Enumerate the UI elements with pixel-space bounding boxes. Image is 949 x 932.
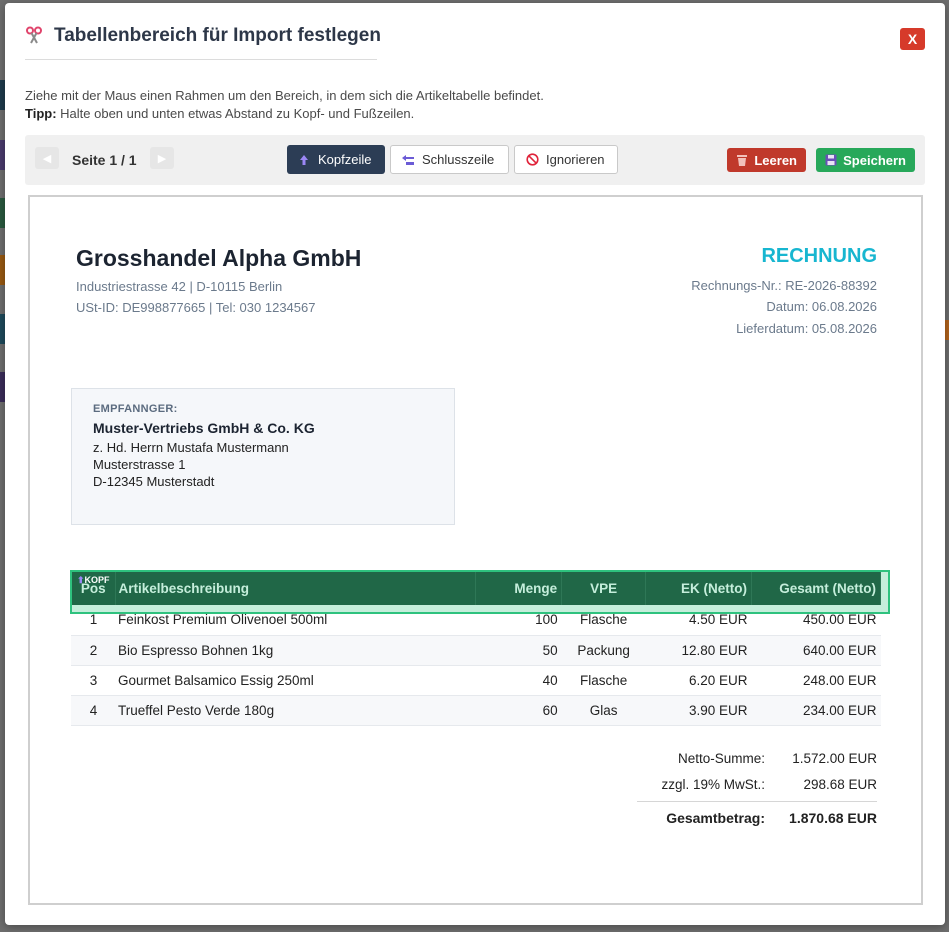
document-type: RECHNUNG bbox=[761, 245, 877, 267]
grand-total-value: 1.870.68 EUR bbox=[789, 809, 877, 826]
table-row: 4 Trueffel Pesto Verde 180g 60 Glas 3.90… bbox=[71, 695, 881, 726]
arrow-up-icon: ⬆ bbox=[77, 575, 85, 585]
header-selection-box[interactable]: ⬆KOPF bbox=[70, 570, 890, 614]
tip-label: Tipp: bbox=[25, 106, 57, 121]
cell-quantity: 60 bbox=[475, 695, 562, 726]
company-tax-id: USt-ID: DE998877665 | Tel: 030 1234567 bbox=[76, 300, 316, 315]
import-area-dialog: Tabellenbereich für Import festlegen X Z… bbox=[5, 3, 945, 925]
tip-text: Tipp: Halte oben und unten etwas Abstand… bbox=[25, 105, 544, 123]
chevron-left-icon: ◀ bbox=[42, 151, 52, 165]
invoice-number: Rechnungs-Nr.: RE-2026-88392 bbox=[691, 278, 877, 293]
ignore-button[interactable]: Ignorieren bbox=[514, 145, 618, 174]
recipient-name: Muster-Vertriebs GmbH & Co. KG bbox=[93, 420, 315, 436]
cell-total: 248.00 EUR bbox=[751, 665, 881, 696]
chevron-right-icon: ▶ bbox=[157, 151, 167, 165]
recipient-box: EMPFANNGER: Muster-Vertriebs GmbH & Co. … bbox=[71, 388, 455, 525]
cell-unit: Flasche bbox=[561, 665, 646, 696]
recipient-label: EMPFANNGER: bbox=[93, 403, 178, 415]
cell-pos: 2 bbox=[71, 635, 116, 666]
page-indicator: Seite 1 / 1 bbox=[72, 152, 137, 168]
floppy-disk-icon bbox=[825, 153, 837, 167]
cell-total: 640.00 EUR bbox=[751, 635, 881, 666]
dialog-title-text: Tabellenbereich für Import festlegen bbox=[54, 25, 381, 46]
vat-row: zzgl. 19% MwSt.: 298.68 EUR bbox=[637, 771, 877, 797]
end-row-button[interactable]: Schlusszeile bbox=[390, 145, 509, 174]
cell-unit-price: 12.80 EUR bbox=[645, 635, 752, 666]
arrow-up-icon bbox=[296, 153, 312, 167]
cell-pos: 4 bbox=[71, 695, 116, 726]
cell-quantity: 50 bbox=[475, 635, 562, 666]
document-canvas[interactable]: Grosshandel Alpha GmbH Industriestrasse … bbox=[28, 195, 923, 905]
header-row-label: Kopfzeile bbox=[318, 152, 372, 167]
company-name: Grosshandel Alpha GmbH bbox=[76, 245, 362, 271]
grand-total-label: Gesamtbetrag: bbox=[666, 809, 765, 826]
grand-total-row: Gesamtbetrag: 1.870.68 EUR bbox=[637, 801, 877, 833]
toolbar: ◀ Seite 1 / 1 ▶ Kopfzeile Schlusszeile I… bbox=[25, 135, 925, 185]
ignore-label: Ignorieren bbox=[546, 152, 605, 167]
prev-page-button[interactable]: ◀ bbox=[35, 147, 59, 169]
company-address: Industriestrasse 42 | D-10115 Berlin bbox=[76, 279, 283, 294]
cell-unit-price: 6.20 EUR bbox=[645, 665, 752, 696]
table-row: 2 Bio Espresso Bohnen 1kg 50 Packung 12.… bbox=[71, 635, 881, 666]
cell-pos: 3 bbox=[71, 665, 116, 696]
totals-block: Netto-Summe: 1.572.00 EUR zzgl. 19% MwSt… bbox=[637, 745, 877, 833]
instructions: Ziehe mit der Maus einen Rahmen um den B… bbox=[25, 87, 544, 123]
next-page-button[interactable]: ▶ bbox=[150, 147, 174, 169]
recipient-attention: z. Hd. Herrn Mustafa Mustermann bbox=[93, 440, 289, 455]
delivery-date: Lieferdatum: 05.08.2026 bbox=[736, 321, 877, 336]
net-sum-value: 1.572.00 EUR bbox=[792, 750, 877, 766]
end-row-label: Schlusszeile bbox=[422, 152, 495, 167]
instruction-text: Ziehe mit der Maus einen Rahmen um den B… bbox=[25, 88, 544, 103]
cell-unit: Packung bbox=[561, 635, 646, 666]
clear-label: Leeren bbox=[754, 152, 797, 168]
tip-body: Halte oben und unten etwas Abstand zu Ko… bbox=[56, 106, 415, 121]
cell-unit: Glas bbox=[561, 695, 646, 726]
vat-value: 298.68 EUR bbox=[803, 776, 877, 792]
cell-description: Trueffel Pesto Verde 180g bbox=[115, 695, 476, 726]
cell-total: 234.00 EUR bbox=[751, 695, 881, 726]
close-button[interactable]: X bbox=[900, 28, 925, 50]
trash-icon bbox=[736, 153, 748, 167]
net-sum-row: Netto-Summe: 1.572.00 EUR bbox=[637, 745, 877, 771]
selection-tag-label: KOPF bbox=[84, 575, 110, 585]
clear-button[interactable]: Leeren bbox=[727, 148, 806, 172]
dialog-title: Tabellenbereich für Import festlegen bbox=[25, 25, 381, 47]
vat-label: zzgl. 19% MwSt.: bbox=[661, 776, 765, 792]
header-row-button[interactable]: Kopfzeile bbox=[287, 145, 385, 174]
recipient-city: D-12345 Musterstadt bbox=[93, 474, 215, 489]
cell-unit-price: 3.90 EUR bbox=[645, 695, 752, 726]
cell-description: Bio Espresso Bohnen 1kg bbox=[115, 635, 476, 666]
net-sum-label: Netto-Summe: bbox=[677, 750, 765, 766]
invoice-date: Datum: 06.08.2026 bbox=[766, 299, 877, 314]
save-button[interactable]: Speichern bbox=[816, 148, 915, 172]
title-divider bbox=[25, 59, 377, 60]
selection-tag: ⬆KOPF bbox=[77, 575, 110, 586]
save-label: Speichern bbox=[843, 152, 906, 168]
cell-description: Gourmet Balsamico Essig 250ml bbox=[115, 665, 476, 696]
arrow-left-end-icon bbox=[400, 153, 416, 167]
cell-quantity: 40 bbox=[475, 665, 562, 696]
prohibited-icon bbox=[524, 153, 540, 167]
recipient-street: Musterstrasse 1 bbox=[93, 457, 186, 472]
scissors-icon bbox=[25, 26, 45, 46]
table-row: 3 Gourmet Balsamico Essig 250ml 40 Flasc… bbox=[71, 665, 881, 696]
